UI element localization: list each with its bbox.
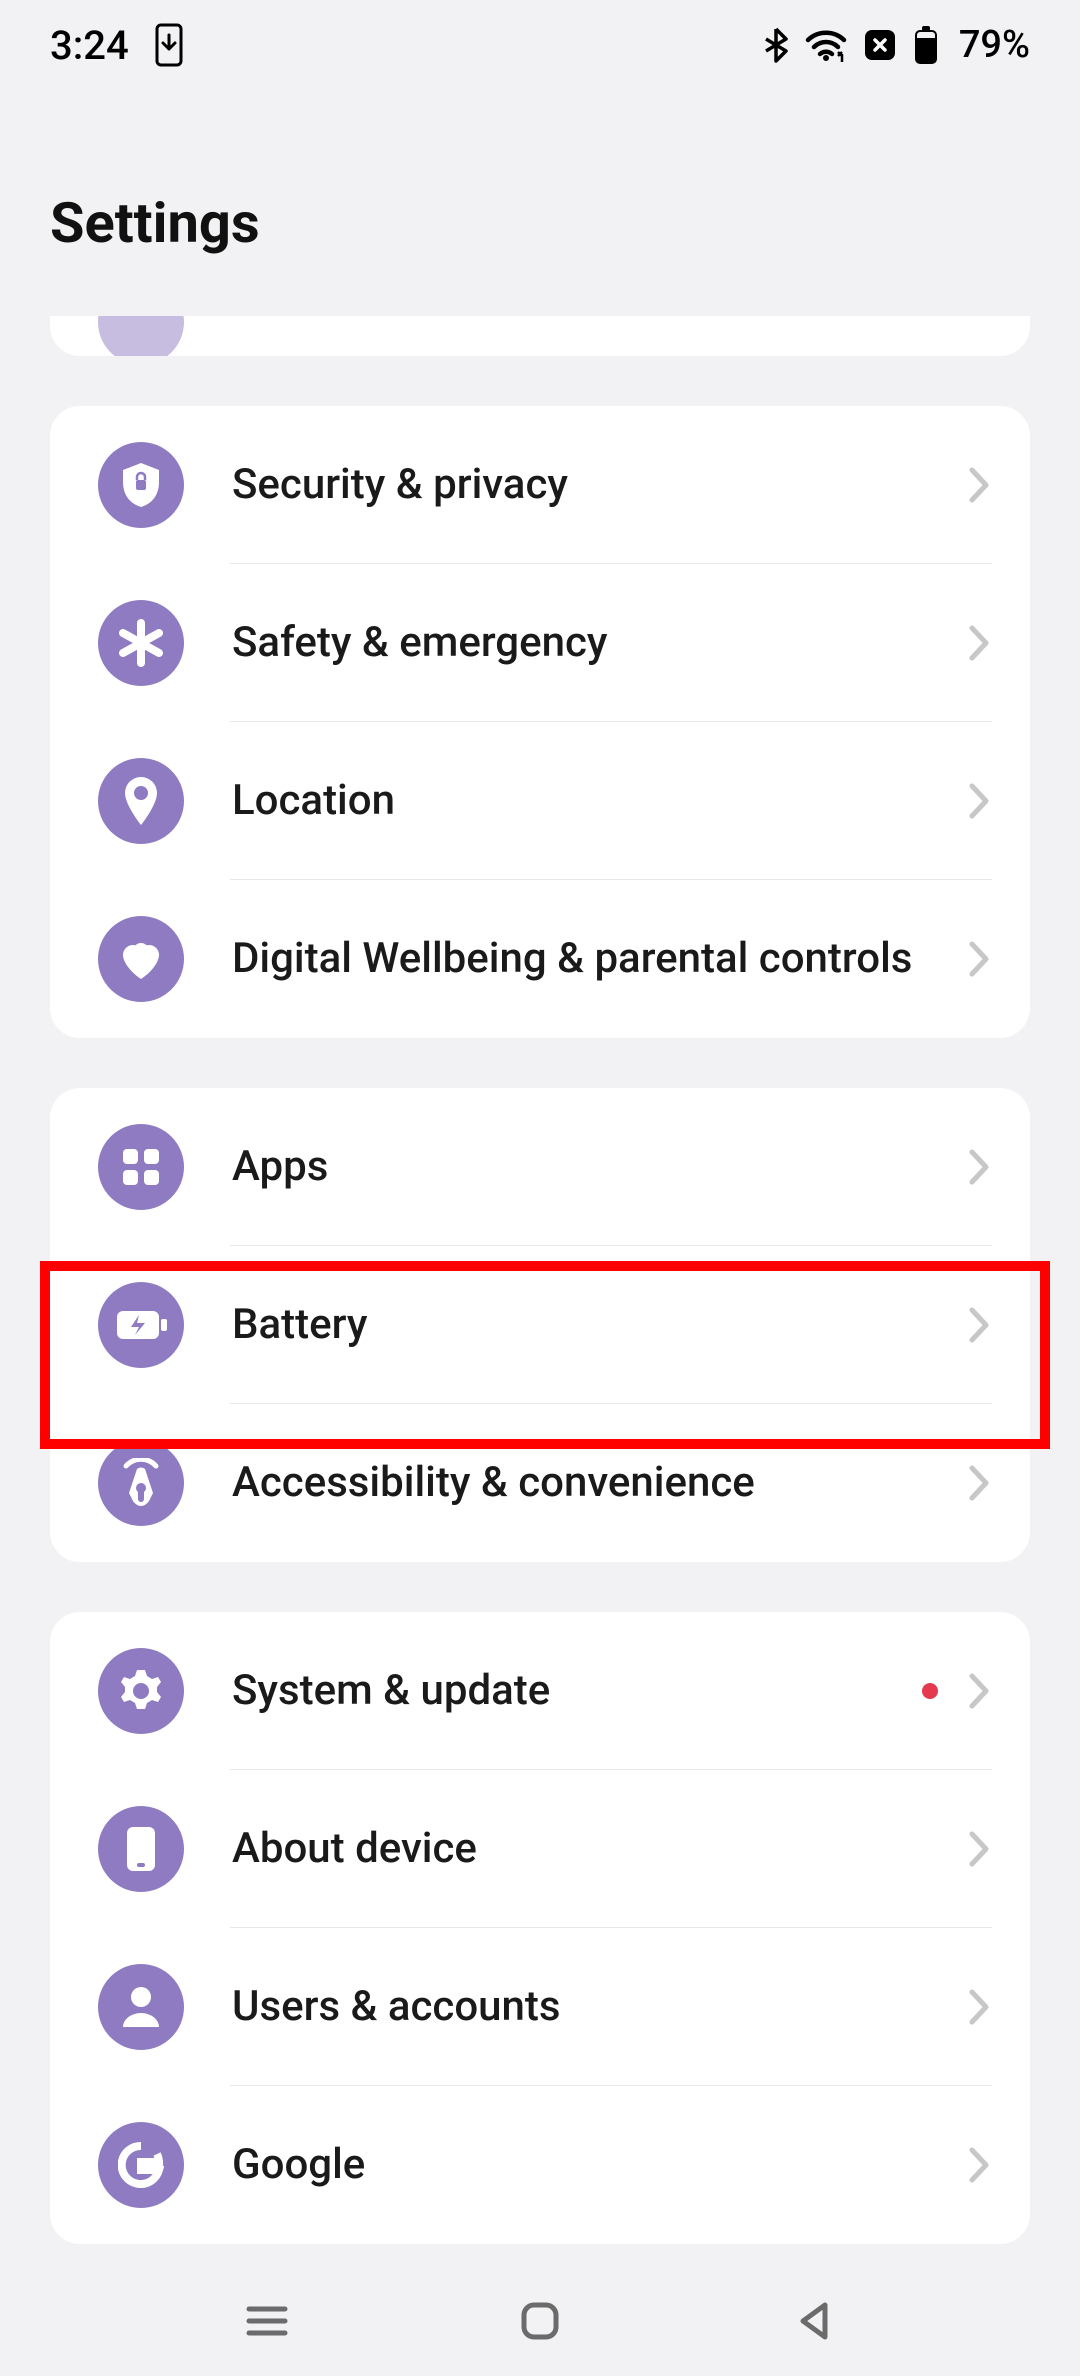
nav-recent-button[interactable] [237,2291,297,2351]
row-label: Security & privacy [232,458,966,513]
row-label: Safety & emergency [232,616,966,671]
location-icon [98,758,184,844]
nav-home-button[interactable] [510,2291,570,2351]
chevron-right-icon [966,1304,992,1346]
settings-row-security-privacy[interactable]: Security & privacy [50,406,1030,564]
chevron-right-icon [966,938,992,980]
notification-dot [922,1683,938,1699]
wifi-icon [805,28,847,62]
status-bar: 3:24 79% [0,0,1080,90]
heart-icon [98,916,184,1002]
chevron-right-icon [966,780,992,822]
bluetooth-icon [763,25,789,65]
google-icon [98,2122,184,2208]
chevron-right-icon [966,1986,992,2028]
battery-icon [913,25,939,65]
settings-row-system-update[interactable]: System & update [50,1612,1030,1770]
chevron-right-icon [966,2144,992,2186]
accessibility-icon [98,1440,184,1526]
settings-row-battery[interactable]: Battery [50,1246,1030,1404]
row-label: Location [232,774,966,829]
chevron-right-icon [966,1146,992,1188]
settings-row-digital-wellbeing[interactable]: Digital Wellbeing & parental controls [50,880,1030,1038]
battery-icon [98,1282,184,1368]
status-time: 3:24 [50,22,129,69]
row-label: Accessibility & convenience [232,1456,966,1511]
chevron-right-icon [966,1462,992,1504]
chevron-right-icon [966,622,992,664]
settings-group: Apps Battery Accessibility & convenience [50,1088,1030,1562]
settings-row-location[interactable]: Location [50,722,1030,880]
header: Settings [0,90,1080,316]
row-label: Google [232,2138,966,2193]
row-label: Battery [232,1298,966,1353]
download-icon [153,23,185,67]
row-label: Digital Wellbeing & parental controls [232,932,966,987]
chevron-right-icon [966,1828,992,1870]
settings-row-apps[interactable]: Apps [50,1088,1030,1246]
navigation-bar [0,2266,1080,2376]
row-label: Apps [232,1140,966,1195]
settings-row-about-device[interactable]: About device [50,1770,1030,1928]
settings-group: Security & privacy Safety & emergency Loca… [50,406,1030,1038]
chevron-right-icon [966,464,992,506]
phone-icon [98,1806,184,1892]
asterisk-icon [98,600,184,686]
gear-icon [98,1648,184,1734]
row-label: Users & accounts [232,1980,966,2035]
card-partial [50,316,1030,356]
page-title: Settings [50,190,1030,256]
shield-icon [98,442,184,528]
settings-row-google[interactable]: Google [50,2086,1030,2244]
row-label: About device [232,1822,966,1877]
apps-icon [98,1124,184,1210]
settings-list: Security & privacy Safety & emergency Loca… [0,316,1080,2244]
nav-back-button[interactable] [783,2291,843,2351]
battery-percentage: 79% [959,23,1030,67]
settings-row-users-accounts[interactable]: Users & accounts [50,1928,1030,2086]
settings-row-accessibility[interactable]: Accessibility & convenience [50,1404,1030,1562]
person-icon [98,1964,184,2050]
blocked-icon [863,28,897,62]
chevron-right-icon [966,1670,992,1712]
settings-group: System & update About device Users & accou… [50,1612,1030,2244]
row-label: System & update [232,1664,922,1719]
settings-row-safety-emergency[interactable]: Safety & emergency [50,564,1030,722]
